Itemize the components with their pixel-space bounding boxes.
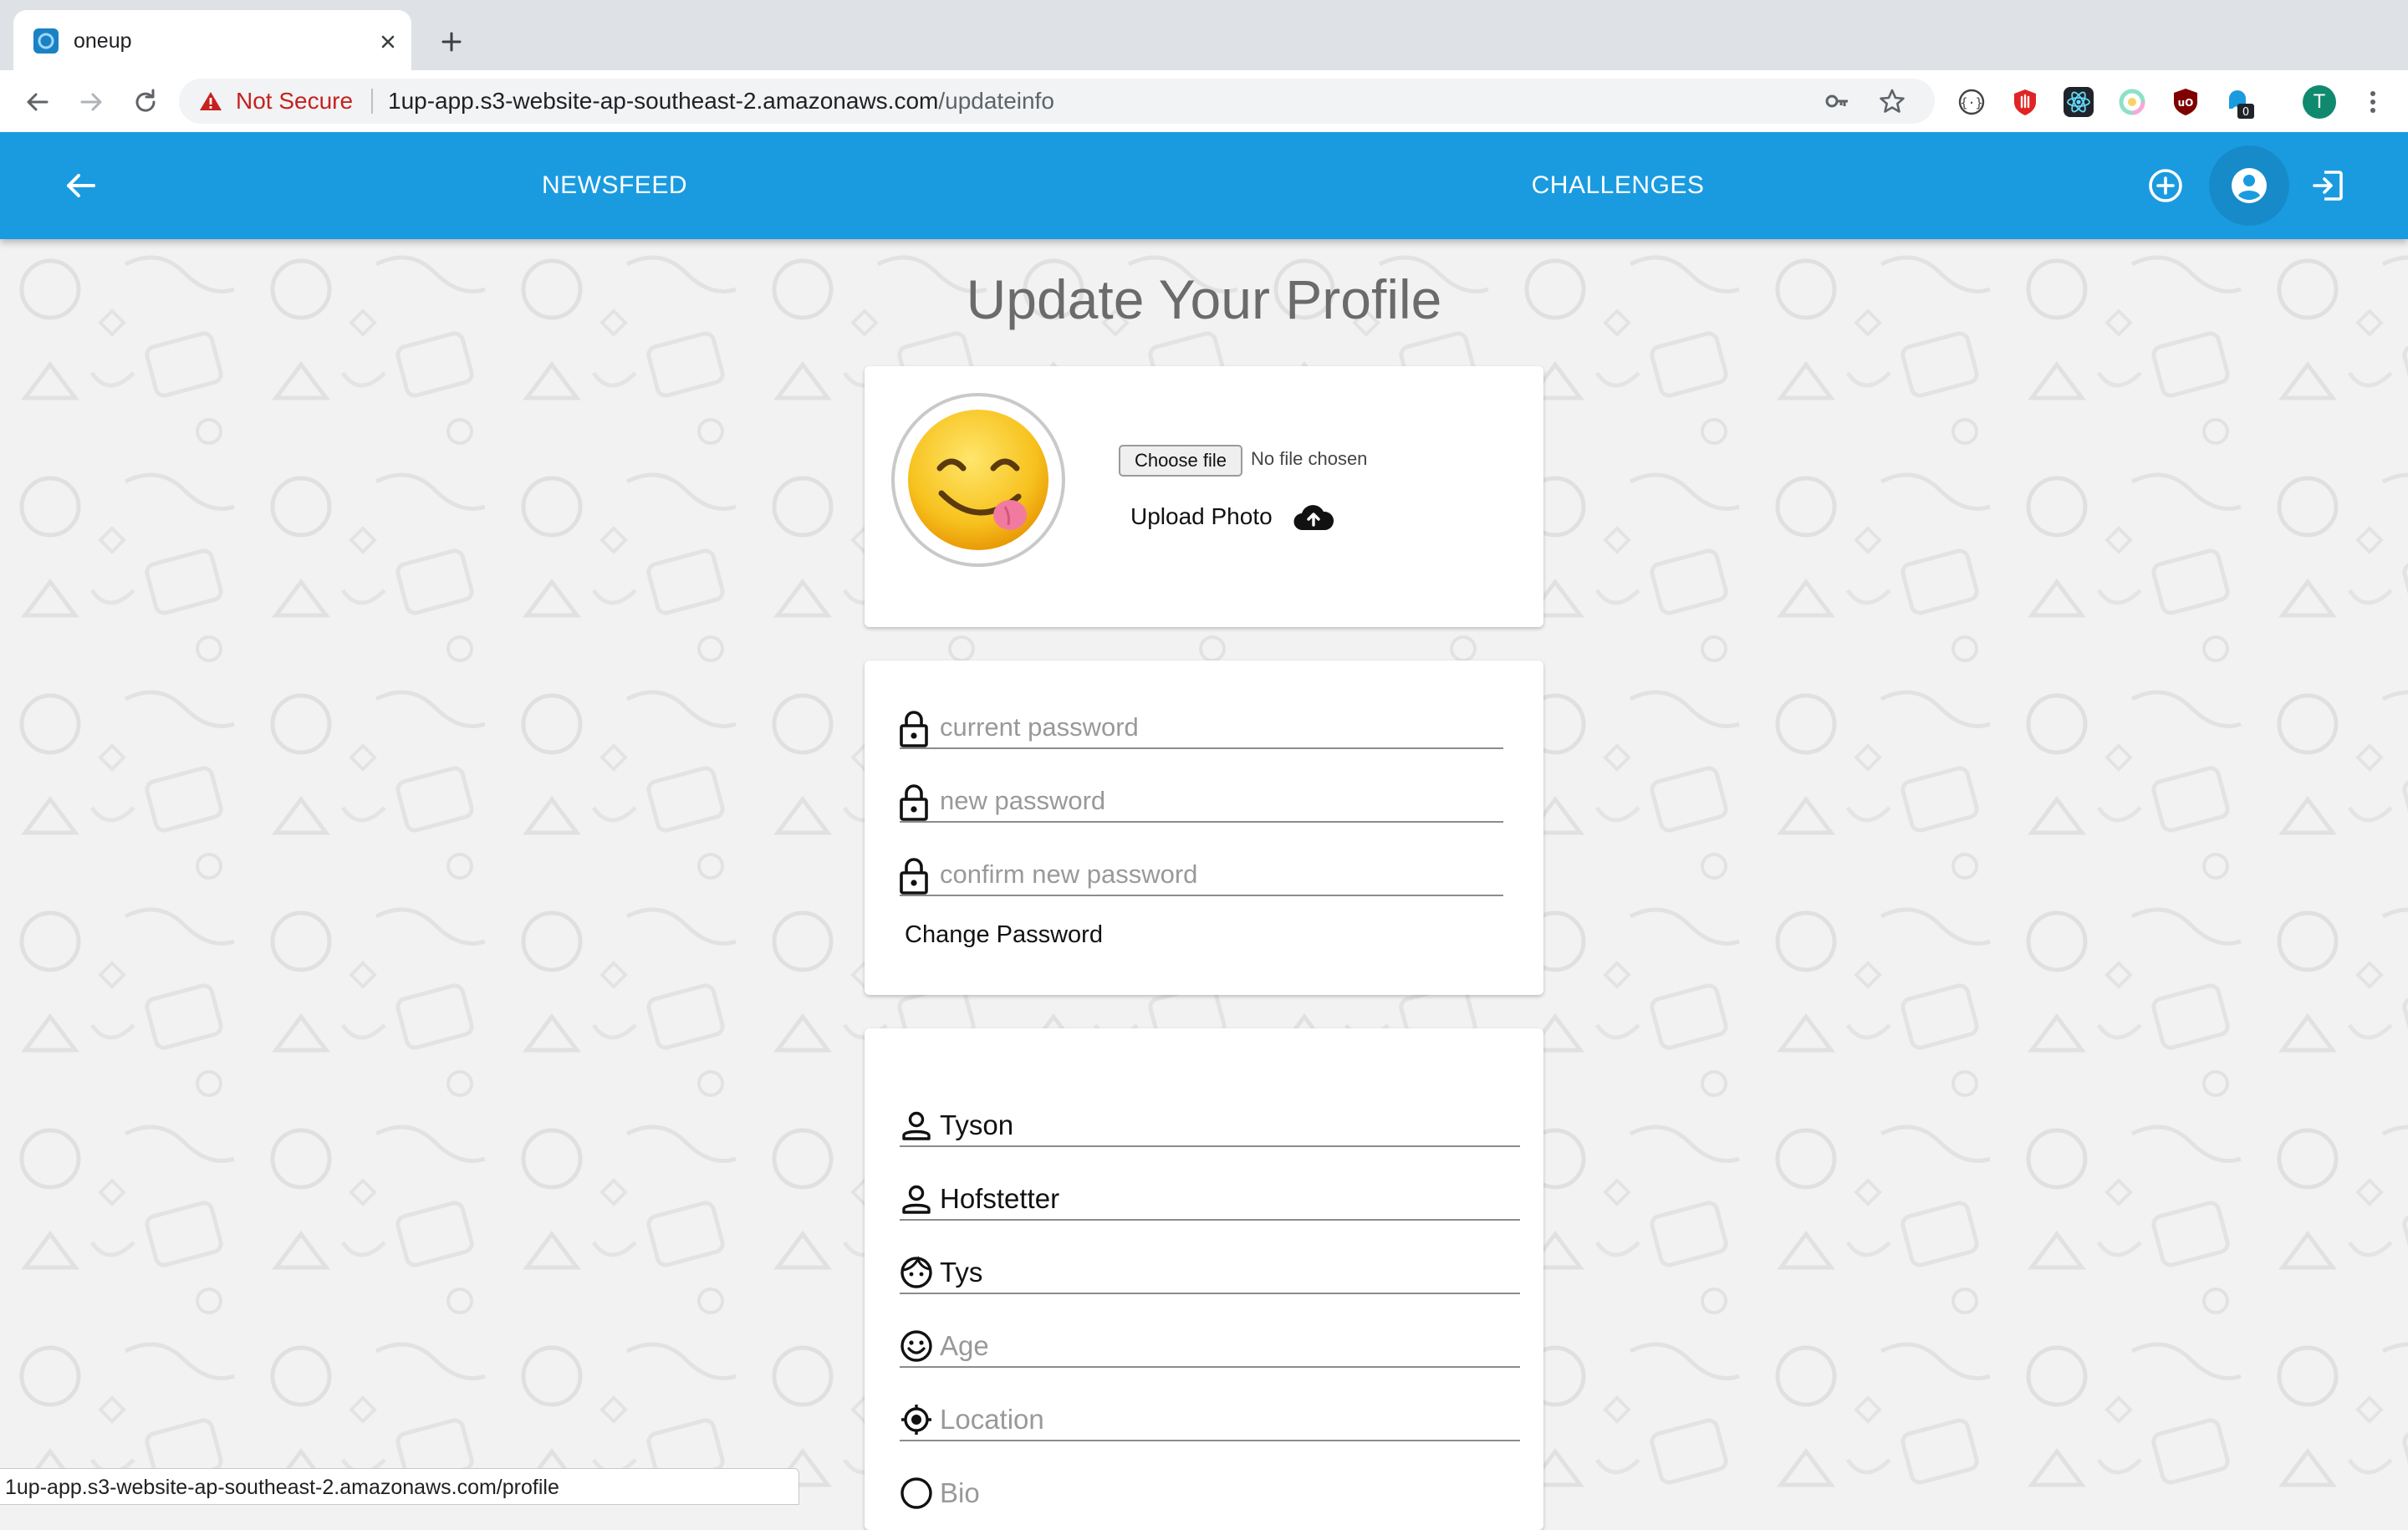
extension-ublock-icon[interactable]: uO xyxy=(2171,87,2201,117)
current-password-field[interactable]: current password xyxy=(900,674,1503,749)
age-field[interactable]: Age xyxy=(900,1294,1520,1368)
choose-file-button[interactable]: Choose file xyxy=(1119,445,1242,477)
browser-toolbar: Not Secure 1up-app.s3-website-ap-southea… xyxy=(0,70,2408,133)
address-separator xyxy=(371,89,373,114)
change-password-button[interactable]: Change Password xyxy=(905,918,1103,951)
photo-card: Choose file No file chosen Upload Photo xyxy=(865,366,1543,627)
username-input[interactable]: Tys xyxy=(940,1254,982,1291)
last-name-field[interactable]: Hofstetter xyxy=(900,1147,1520,1221)
nav-newsfeed-link[interactable]: NEWSFEED xyxy=(468,132,761,239)
bio-field[interactable]: Bio xyxy=(900,1441,1520,1515)
chrome-profile-avatar[interactable]: T xyxy=(2303,85,2336,119)
back-arrow-icon[interactable] xyxy=(60,166,100,206)
smiley-icon xyxy=(900,1329,933,1363)
lock-icon xyxy=(900,709,928,747)
upload-photo-button[interactable]: Upload Photo xyxy=(1130,498,1273,535)
lock-icon xyxy=(900,783,928,821)
extension-color-wheel-icon[interactable] xyxy=(2117,87,2147,117)
add-circle-icon[interactable] xyxy=(2145,166,2186,206)
bio-input[interactable]: Bio xyxy=(940,1475,980,1512)
field-underline xyxy=(900,895,1503,896)
new-password-field[interactable]: new password xyxy=(900,747,1503,823)
extension-react-icon[interactable] xyxy=(2064,87,2094,117)
browser-tab[interactable]: oneup xyxy=(13,10,411,70)
last-name-input[interactable]: Hofstetter xyxy=(940,1181,1059,1217)
location-field[interactable]: Location xyxy=(900,1368,1520,1441)
oneup-favicon-icon xyxy=(33,28,59,54)
emoji-avatar-icon xyxy=(906,408,1050,552)
username-field[interactable]: Tys xyxy=(900,1221,1520,1294)
link-status-bar: 1up-app.s3-website-ap-southeast-2.amazon… xyxy=(0,1468,799,1505)
person-icon xyxy=(900,1182,933,1216)
first-name-field[interactable]: Tyson xyxy=(900,1074,1520,1147)
new-password-input[interactable]: new password xyxy=(940,784,1105,818)
url-text[interactable]: 1up-app.s3-website-ap-southeast-2.amazon… xyxy=(388,89,1054,114)
tab-title: oneup xyxy=(74,29,132,53)
person-icon xyxy=(900,1109,933,1142)
location-icon xyxy=(900,1403,933,1436)
address-bar[interactable]: Not Secure 1up-app.s3-website-ap-southea… xyxy=(179,79,1935,124)
app-bar: NEWSFEED CHALLENGES xyxy=(0,132,2408,239)
location-input[interactable]: Location xyxy=(940,1401,1044,1438)
confirm-password-input[interactable]: confirm new password xyxy=(940,858,1197,891)
account-circle-icon xyxy=(2229,166,2269,206)
warning-triangle-icon xyxy=(199,90,222,112)
profile-button[interactable] xyxy=(2209,145,2289,226)
password-card: current password new password confirm ne… xyxy=(865,660,1543,995)
key-icon[interactable] xyxy=(1824,89,1849,114)
nav-challenges-link[interactable]: CHALLENGES xyxy=(1472,132,1764,239)
browser-tab-strip: oneup xyxy=(0,0,2408,70)
svg-text:uO: uO xyxy=(2178,97,2194,109)
file-status-text: No file chosen xyxy=(1251,448,1368,469)
not-secure-label[interactable]: Not Secure xyxy=(236,89,353,114)
browser-back-icon[interactable] xyxy=(20,85,54,119)
confirm-password-field[interactable]: confirm new password xyxy=(900,821,1503,896)
extension-brackets-icon[interactable]: {·} xyxy=(1956,87,1987,117)
current-password-input[interactable]: current password xyxy=(940,711,1139,744)
cloud-upload-icon[interactable] xyxy=(1293,502,1334,533)
browser-menu-icon[interactable] xyxy=(2356,85,2390,119)
tab-close-icon[interactable] xyxy=(373,27,403,57)
new-tab-icon[interactable] xyxy=(435,25,468,59)
extension-badge: 0 xyxy=(2242,106,2249,119)
info-icon xyxy=(900,1476,933,1510)
bookmark-star-icon[interactable] xyxy=(1878,87,1906,115)
extension-hand-icon[interactable] xyxy=(2010,87,2040,117)
url-path: /updateinfo xyxy=(938,88,1054,114)
logout-icon[interactable] xyxy=(2308,166,2348,206)
first-name-input[interactable]: Tyson xyxy=(940,1107,1013,1144)
lock-icon xyxy=(900,856,928,895)
page-title: Update Your Profile xyxy=(966,268,1442,330)
browser-forward-icon[interactable] xyxy=(75,85,109,119)
face-icon xyxy=(900,1256,933,1289)
svg-text:{·}: {·} xyxy=(1960,95,1982,110)
url-host: 1up-app.s3-website-ap-southeast-2.amazon… xyxy=(388,88,939,114)
reload-icon[interactable] xyxy=(129,85,162,119)
profile-info-card: Tyson Hofstetter Tys Age Location Bio xyxy=(865,1028,1543,1530)
extension-ghost-icon[interactable]: 0 xyxy=(2224,87,2254,119)
profile-photo xyxy=(891,393,1065,567)
age-input[interactable]: Age xyxy=(940,1328,989,1364)
